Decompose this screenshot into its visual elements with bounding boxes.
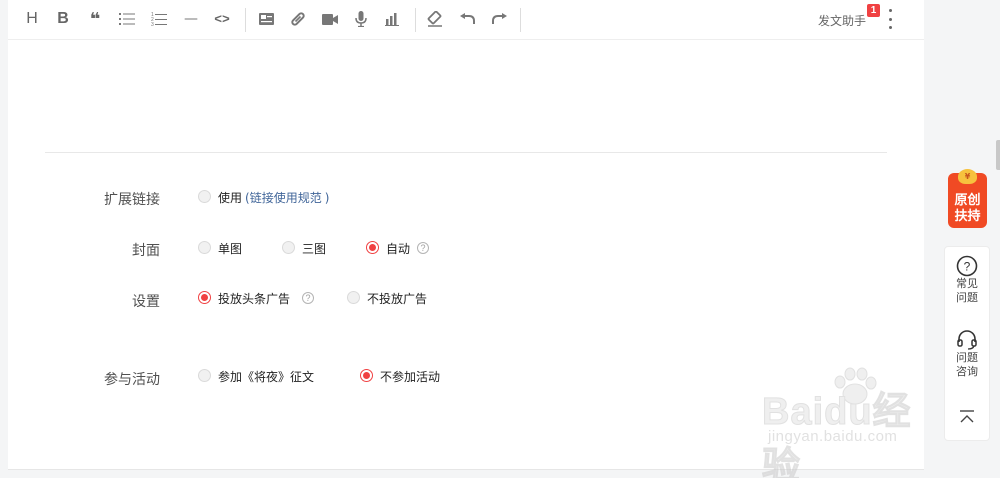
activity-skip-option[interactable]: 不参加活动 <box>380 368 440 385</box>
cover-triple-radio[interactable] <box>282 241 295 254</box>
ads-on-radio[interactable] <box>198 291 211 304</box>
coin-icon: ¥ <box>958 169 977 184</box>
cover-label: 封面 <box>132 243 160 259</box>
extended-link-option[interactable]: 使用 (链接使用规范) <box>218 189 329 206</box>
toolbar-separator <box>245 8 246 32</box>
cover-auto-option[interactable]: 自动 <box>386 240 410 257</box>
heading-icon[interactable]: H <box>20 8 44 30</box>
video-icon[interactable] <box>318 8 342 30</box>
ads-on-option[interactable]: 投放头条广告 <box>218 290 290 307</box>
publish-assistant[interactable]: 发文助手 <box>818 10 866 30</box>
cover-triple-option[interactable]: 三图 <box>302 240 326 257</box>
ads-setting-label: 设置 <box>132 294 160 310</box>
link-rules-link[interactable]: (链接使用规范) <box>242 191 329 205</box>
image-icon[interactable] <box>254 8 278 30</box>
ads-off-option[interactable]: 不投放广告 <box>367 290 427 307</box>
toolbar-separator <box>520 8 521 32</box>
redo-icon[interactable] <box>487 8 511 30</box>
headset-icon <box>957 330 977 350</box>
original-support-button[interactable]: ¥ 原创 扶持 <box>948 169 987 228</box>
publish-assistant-label[interactable]: 发文助手 <box>818 12 866 29</box>
toolbar-separator <box>415 8 416 32</box>
back-to-top-icon <box>960 410 974 423</box>
back-to-top-button[interactable] <box>945 409 989 425</box>
extended-link-use-radio[interactable] <box>198 190 211 203</box>
code-icon[interactable]: <> <box>210 8 234 30</box>
editor-panel: H B ❝ 1 2 3 — <> 发文助手 1 扩展链接 使用 (链接使用规范 … <box>8 0 924 470</box>
content-divider <box>45 152 887 153</box>
ordered-list-icon[interactable]: 1 2 3 <box>147 8 171 30</box>
page-scroll-edge[interactable] <box>996 140 1000 170</box>
cover-single-option[interactable]: 单图 <box>218 240 242 257</box>
side-help-panel: ? 常见 问题 问题 咨询 <box>944 246 990 441</box>
promo-line-2: 扶持 <box>954 209 981 224</box>
cover-single-radio[interactable] <box>198 241 211 254</box>
undo-icon[interactable] <box>455 8 479 30</box>
faq-line-2: 问题 <box>956 291 978 304</box>
activity-join-radio[interactable] <box>198 369 211 382</box>
consult-button[interactable]: 问题 咨询 <box>945 329 989 379</box>
faq-line-1: 常见 <box>956 277 978 290</box>
ads-off-radio[interactable] <box>347 291 360 304</box>
faq-button[interactable]: ? 常见 问题 <box>945 255 989 305</box>
bold-icon[interactable]: B <box>51 8 75 30</box>
chart-icon[interactable] <box>380 8 404 30</box>
editor-toolbar: H B ❝ 1 2 3 — <> 发文助手 1 <box>8 0 924 40</box>
audio-icon[interactable] <box>349 8 373 30</box>
quote-icon[interactable]: ❝ <box>83 8 107 30</box>
unordered-list-icon[interactable] <box>115 8 139 30</box>
activity-join-option[interactable]: 参加《将夜》征文 <box>218 368 314 385</box>
question-circle-icon: ? <box>956 255 978 277</box>
horizontal-rule-icon[interactable]: — <box>179 8 203 30</box>
notification-badge: 1 <box>867 4 880 17</box>
extended-link-label: 扩展链接 <box>104 192 160 208</box>
consult-line-1: 问题 <box>956 351 978 364</box>
eraser-icon[interactable] <box>423 8 447 30</box>
svg-text:?: ? <box>964 260 971 274</box>
link-icon[interactable] <box>286 8 310 30</box>
promo-line-1: 原创 <box>954 193 981 208</box>
consult-line-2: 咨询 <box>956 365 978 378</box>
ads-help-icon[interactable]: ? <box>302 292 314 304</box>
activity-label: 参与活动 <box>104 372 160 388</box>
cover-help-icon[interactable]: ? <box>417 242 429 254</box>
svg-text:3: 3 <box>151 22 154 27</box>
more-options-icon[interactable] <box>884 8 896 30</box>
activity-skip-radio[interactable] <box>360 369 373 382</box>
cover-auto-radio[interactable] <box>366 241 379 254</box>
